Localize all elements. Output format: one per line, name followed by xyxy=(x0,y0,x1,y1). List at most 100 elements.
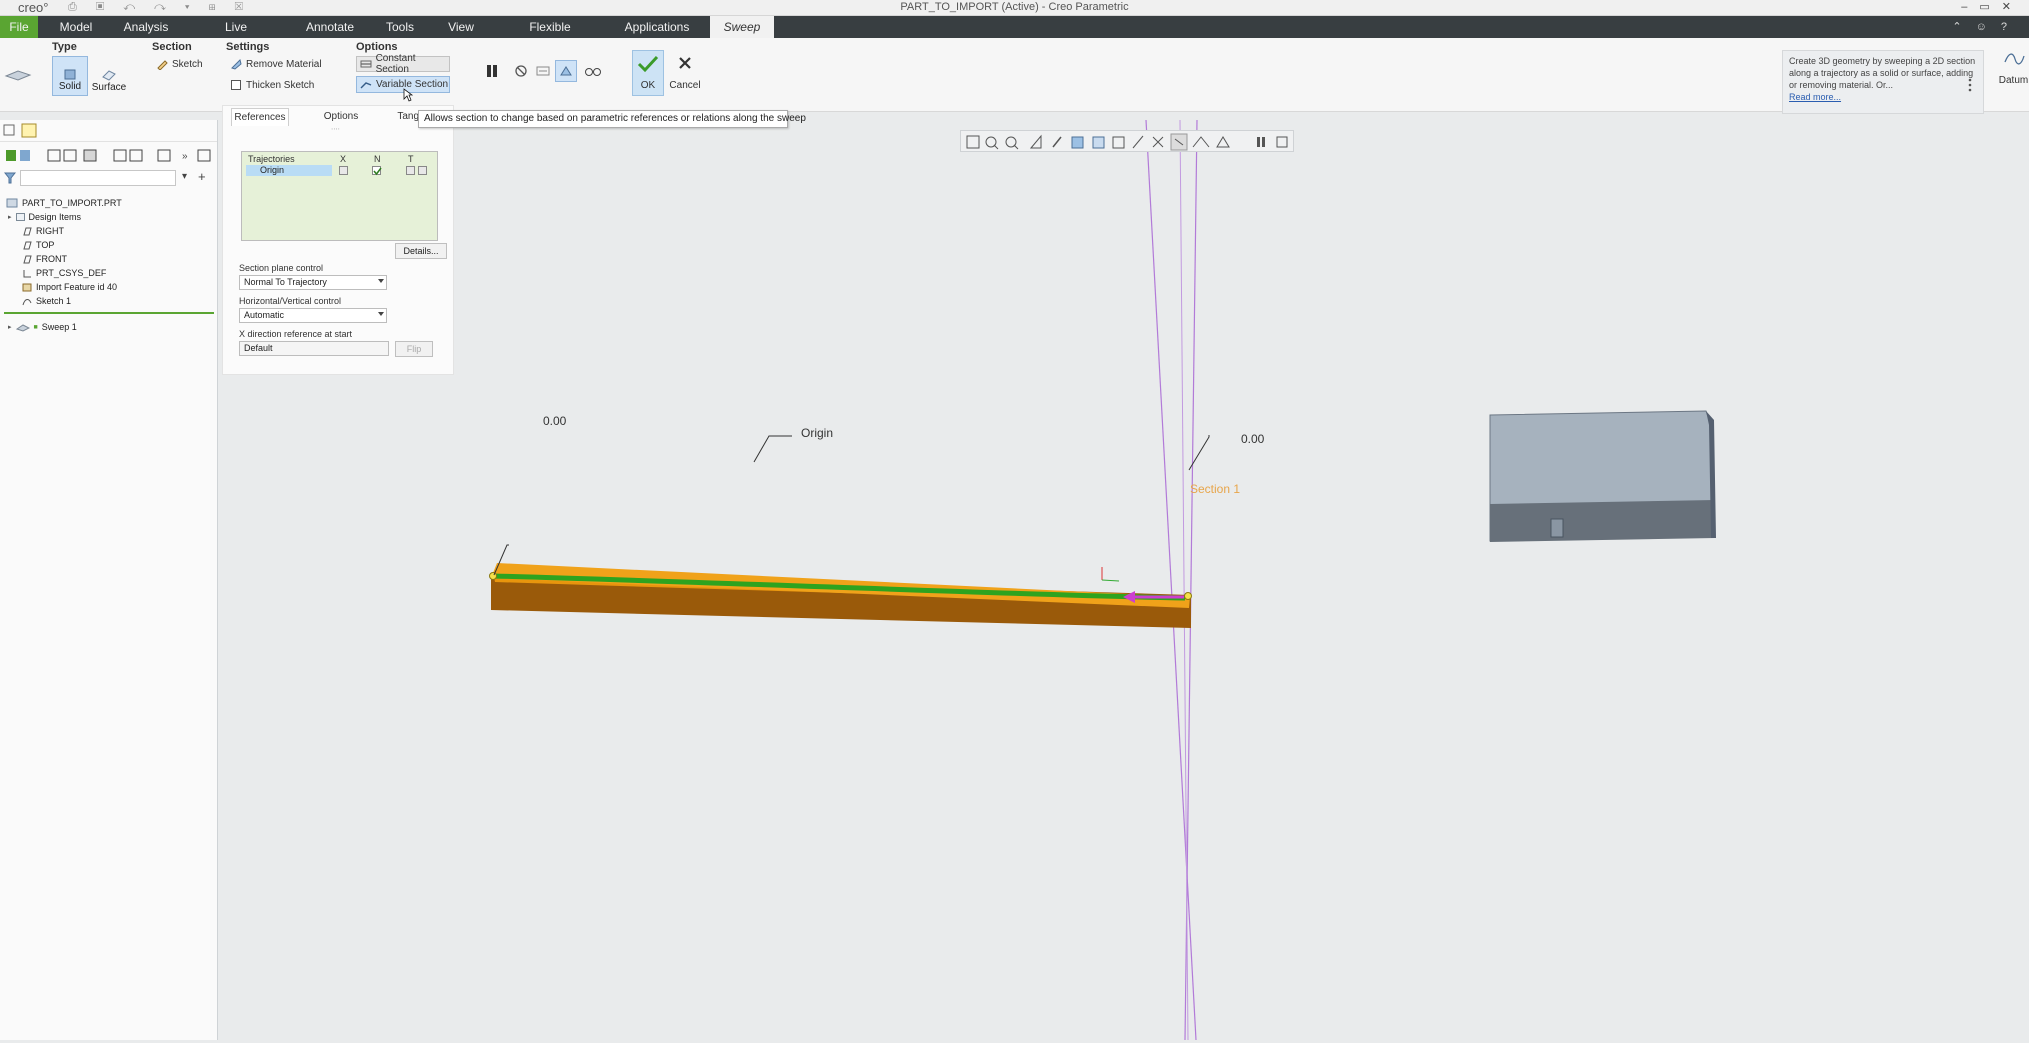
expand-arrow-icon[interactable]: ▸ xyxy=(8,213,12,221)
panel-grip-icon[interactable]: ∙∙∙∙ xyxy=(331,124,340,133)
xdir-field[interactable]: Default xyxy=(239,341,389,356)
pause-button[interactable] xyxy=(481,60,503,82)
mouse-cursor-icon xyxy=(403,88,414,105)
details-button[interactable]: Details... xyxy=(395,243,447,259)
expand-arrow-icon[interactable]: ▸ xyxy=(8,323,12,331)
datum-plane-line xyxy=(1179,119,1189,1041)
tree-toolbar-icons[interactable]: » xyxy=(0,146,218,166)
surface-button[interactable]: Surface xyxy=(91,56,127,96)
tree-item-label: FRONT xyxy=(36,254,67,264)
solid-icon xyxy=(64,69,76,80)
tab-applications[interactable]: Applications xyxy=(622,16,692,38)
model-viewport[interactable] xyxy=(219,119,2029,1041)
view-toolbar-icons[interactable] xyxy=(961,131,1295,153)
tree-item-csys[interactable]: PRT_CSYS_DEF xyxy=(22,268,106,278)
more-options-icon[interactable] xyxy=(1966,78,1974,95)
solid-label: Solid xyxy=(58,81,82,92)
datum-plane-icon xyxy=(23,255,32,263)
trajectory-end-point[interactable] xyxy=(1184,592,1192,600)
tab-tools[interactable]: Tools xyxy=(382,16,418,38)
tree-item-right[interactable]: RIGHT xyxy=(22,226,64,236)
panel-tabs xyxy=(0,120,217,142)
x-checkbox[interactable] xyxy=(339,166,348,175)
section-label[interactable]: Section 1 xyxy=(1190,482,1240,496)
variable-section-icon xyxy=(360,81,372,88)
close-icon xyxy=(679,56,691,69)
datum-icon xyxy=(2003,53,2025,65)
tree-item-sweep[interactable]: ▸ ■ Sweep 1 xyxy=(8,322,77,332)
thicken-sketch-icon xyxy=(231,80,241,90)
filter-icon[interactable] xyxy=(3,172,17,187)
constant-section-button[interactable]: Constant Section xyxy=(356,53,450,75)
tab-file[interactable]: File xyxy=(0,16,38,38)
tree-item-label: PRT_CSYS_DEF xyxy=(36,268,107,278)
trajectory-start-point[interactable] xyxy=(489,572,497,580)
attached-preview-button[interactable] xyxy=(532,60,554,82)
hv-control-dropdown[interactable]: Automatic xyxy=(239,308,387,323)
tab-sweep[interactable]: Sweep xyxy=(710,16,774,38)
tree-item-import-feature[interactable]: Import Feature id 40 xyxy=(22,282,117,292)
ok-label: OK xyxy=(640,80,656,92)
dimension-right[interactable]: 0.00 xyxy=(1241,432,1264,446)
datum-button[interactable]: Datum xyxy=(1998,50,2029,86)
constant-section-label: Constant Section xyxy=(375,53,416,75)
tab-flexible-modeling[interactable]: Flexible Modeling xyxy=(504,16,596,56)
tab-view[interactable]: View xyxy=(446,16,476,38)
tree-item-design-items[interactable]: ▸ Design Items xyxy=(8,212,81,222)
tree-root[interactable]: PART_TO_IMPORT.PRT xyxy=(6,198,122,208)
tree-search-input[interactable] xyxy=(20,170,176,186)
cancel-button[interactable]: Cancel xyxy=(668,50,702,96)
settings-group-label: Settings xyxy=(226,41,270,53)
sweep-icon xyxy=(15,323,30,332)
svg-text:»: » xyxy=(182,151,188,162)
checkmark-icon xyxy=(637,55,659,72)
no-preview-button[interactable] xyxy=(510,60,532,82)
flip-button[interactable]: Flip xyxy=(395,341,433,357)
trajectory-row-origin[interactable]: Origin xyxy=(246,165,332,176)
datum-plane-icon xyxy=(23,241,32,249)
search-dropdown-icon[interactable]: ▾ xyxy=(182,171,187,182)
help-info-text: Create 3D geometry by sweeping a 2D sect… xyxy=(1789,56,1976,90)
type-group-label: Type xyxy=(52,41,77,53)
n-checkbox[interactable] xyxy=(372,166,382,176)
t-checkbox-secondary[interactable] xyxy=(418,166,427,175)
feature-preview-button[interactable] xyxy=(555,60,577,82)
tree-item-top[interactable]: TOP xyxy=(22,240,54,250)
remove-material-label: Remove Material xyxy=(246,58,322,70)
tab-annotate[interactable]: Annotate xyxy=(306,16,354,38)
tab-options[interactable]: Options xyxy=(315,108,367,126)
section-plane-dropdown[interactable]: Normal To Trajectory xyxy=(239,275,387,290)
trajectory-origin-label[interactable]: Origin xyxy=(801,426,833,440)
tab-model[interactable]: Model xyxy=(56,16,96,38)
tree-item-front[interactable]: FRONT xyxy=(22,254,67,264)
remove-material-button[interactable]: Remove Material xyxy=(230,58,322,70)
tab-references[interactable]: References xyxy=(231,108,289,126)
tab-live-simulation[interactable]: Live Simulation xyxy=(196,16,276,56)
variable-section-tooltip: Allows section to change based on parame… xyxy=(418,110,806,128)
thicken-sketch-button[interactable]: Thicken Sketch xyxy=(230,79,314,91)
col-trajectories: Trajectories xyxy=(248,154,295,164)
trajectories-table[interactable]: Trajectories X N T Origin xyxy=(241,151,438,241)
t-checkbox[interactable] xyxy=(406,166,415,175)
feature-preview-icon xyxy=(560,66,572,76)
tree-item-sketch[interactable]: Sketch 1 xyxy=(22,296,71,306)
surface-icon xyxy=(102,70,116,81)
insert-here-indicator[interactable] xyxy=(4,312,214,314)
ok-button[interactable]: OK xyxy=(632,50,664,96)
read-more-link[interactable]: Read more... xyxy=(1789,91,1977,103)
model-tree-panel: » ▾ + PART_TO_IMPORT.PRT ▸ Design Items … xyxy=(0,120,218,1040)
sketch-button[interactable]: Sketch xyxy=(156,58,203,70)
window-controls[interactable]: –▭✕ xyxy=(1961,0,2023,13)
ribbon: Type Solid Surface Section Sketch Settin… xyxy=(0,38,2029,114)
graphics-window[interactable]: 0.00 Origin 0.00 Section 1 xyxy=(219,119,2029,1041)
model-tree-tab-icon[interactable] xyxy=(2,122,62,140)
solid-button[interactable]: Solid xyxy=(52,56,88,96)
dimension-left[interactable]: 0.00 xyxy=(543,414,566,428)
tab-analysis[interactable]: Analysis xyxy=(122,16,170,38)
ribbon-minimize-icons[interactable]: ⌃☺? xyxy=(1952,20,2021,33)
verify-mode-button[interactable] xyxy=(582,60,604,82)
add-column-icon[interactable]: + xyxy=(198,169,206,184)
window-title: PART_TO_IMPORT (Active) - Creo Parametri… xyxy=(900,1,1129,13)
tree-item-label: Sketch 1 xyxy=(36,296,72,306)
cancel-label: Cancel xyxy=(669,80,701,92)
